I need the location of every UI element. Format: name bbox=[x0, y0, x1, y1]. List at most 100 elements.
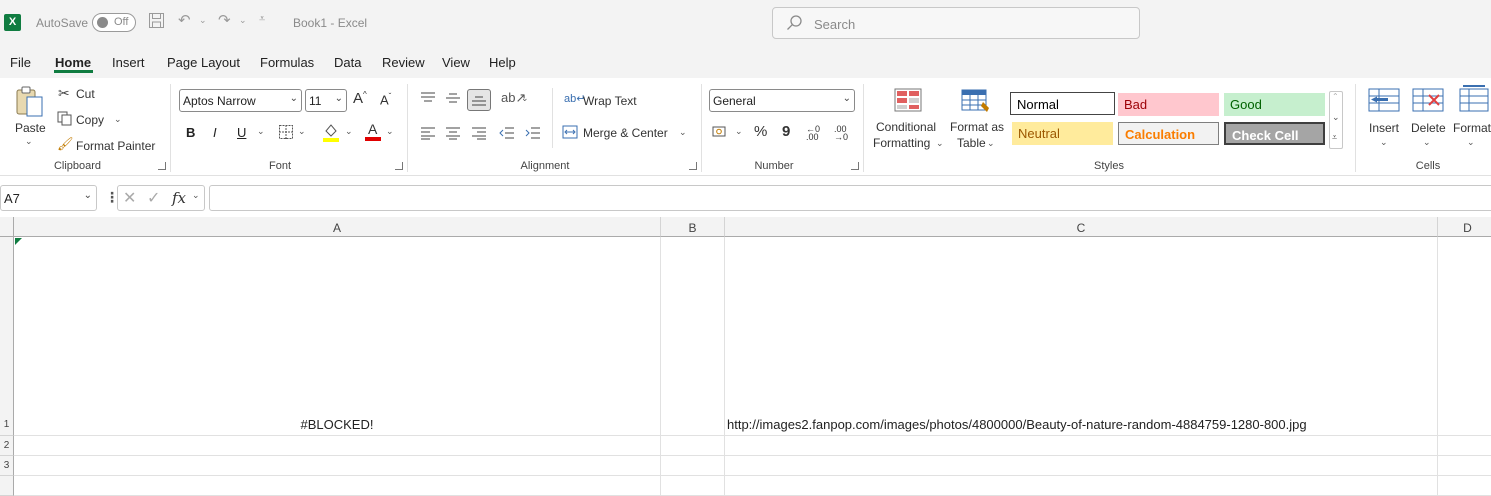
undo-dropdown-icon[interactable]: ⌄ bbox=[199, 15, 207, 26]
decrease-font-icon[interactable]: Aˇ bbox=[380, 92, 391, 107]
percent-style-button[interactable]: % bbox=[754, 123, 767, 140]
cut-button[interactable]: Cut bbox=[76, 87, 95, 101]
style-check-cell[interactable]: Check Cell bbox=[1224, 122, 1325, 145]
increase-decimal-icon[interactable]: ←0.00 bbox=[806, 125, 820, 142]
tab-help[interactable]: Help bbox=[489, 55, 516, 70]
formula-input[interactable] bbox=[209, 185, 1491, 211]
accounting-format-icon[interactable] bbox=[712, 125, 732, 142]
chevron-down-icon[interactable]: ⌄ bbox=[1380, 137, 1388, 148]
gallery-expand-icon[interactable]: ⩡ bbox=[1332, 132, 1337, 143]
autosave-toggle[interactable]: Off bbox=[92, 13, 136, 32]
cell-a2[interactable] bbox=[14, 436, 661, 456]
merge-center-button[interactable]: Merge & Center bbox=[583, 126, 668, 140]
align-right-icon[interactable] bbox=[471, 126, 487, 143]
column-header-c[interactable]: C bbox=[725, 217, 1438, 237]
tab-page-layout[interactable]: Page Layout bbox=[167, 55, 240, 70]
number-format-combo[interactable]: General ⌄ bbox=[709, 89, 855, 112]
enter-icon[interactable]: ✓ bbox=[147, 188, 160, 208]
bold-button[interactable]: B bbox=[186, 125, 195, 140]
increase-indent-icon[interactable] bbox=[525, 126, 541, 143]
chevron-down-icon[interactable]: ⌄ bbox=[192, 190, 200, 201]
chevron-down-icon[interactable]: ⌄ bbox=[1423, 137, 1431, 148]
cell-c4[interactable] bbox=[725, 476, 1438, 496]
select-all-corner[interactable] bbox=[0, 217, 14, 237]
style-good[interactable]: Good bbox=[1224, 93, 1325, 116]
scroll-down-icon[interactable]: ⌄ bbox=[1332, 112, 1340, 123]
font-dialog-launcher-icon[interactable] bbox=[395, 162, 403, 170]
orientation-dropdown-icon[interactable]: ⌄ bbox=[521, 93, 529, 104]
decrease-indent-icon[interactable] bbox=[499, 126, 515, 143]
cell-c2[interactable] bbox=[725, 436, 1438, 456]
chevron-down-icon[interactable]: ⌄ bbox=[987, 138, 995, 149]
cell-a4[interactable] bbox=[14, 476, 661, 496]
conditional-formatting-button[interactable]: Conditional bbox=[876, 120, 936, 134]
column-header-a[interactable]: A bbox=[14, 217, 661, 237]
format-painter-button[interactable]: Format Painter bbox=[76, 139, 155, 153]
accounting-dropdown-icon[interactable]: ⌄ bbox=[735, 126, 743, 137]
format-cells-button[interactable]: Format bbox=[1453, 121, 1491, 135]
comma-style-button[interactable]: 9 bbox=[782, 123, 790, 140]
cell-b3[interactable] bbox=[661, 456, 725, 476]
number-dialog-launcher-icon[interactable] bbox=[851, 162, 859, 170]
insert-function-icon[interactable]: fx bbox=[172, 189, 186, 207]
customize-toolbar-icon[interactable]: ⩡ bbox=[259, 13, 265, 26]
chevron-down-icon[interactable]: ⌄ bbox=[936, 138, 944, 149]
scroll-up-icon[interactable]: ⌃ bbox=[1332, 92, 1339, 101]
search-box[interactable]: Search bbox=[772, 7, 1140, 39]
align-left-icon[interactable] bbox=[420, 126, 436, 143]
row-header-1[interactable]: 1 bbox=[0, 237, 14, 436]
underline-dropdown-icon[interactable]: ⌄ bbox=[257, 126, 265, 137]
column-header-d[interactable]: D bbox=[1438, 217, 1491, 237]
paste-dropdown-icon[interactable]: ⌄ bbox=[25, 136, 33, 147]
chevron-down-icon[interactable]: ⌄ bbox=[84, 190, 92, 201]
row-header-2[interactable]: 2 bbox=[0, 436, 14, 456]
align-top-icon[interactable] bbox=[420, 91, 436, 108]
cell-d3[interactable] bbox=[1438, 456, 1491, 476]
borders-dropdown-icon[interactable]: ⌄ bbox=[298, 126, 306, 137]
font-color-icon[interactable]: A bbox=[364, 121, 382, 144]
cell-a1[interactable]: #BLOCKED! bbox=[14, 237, 661, 436]
tab-file[interactable]: File bbox=[10, 55, 31, 70]
tab-home[interactable]: Home bbox=[55, 55, 91, 70]
style-calculation[interactable]: Calculation bbox=[1118, 122, 1219, 145]
cell-c1[interactable]: http://images2.fanpop.com/images/photos/… bbox=[725, 237, 1438, 436]
redo-icon[interactable]: ↷ bbox=[218, 11, 231, 29]
tab-formulas[interactable]: Formulas bbox=[260, 55, 314, 70]
insert-cells-button[interactable]: Insert bbox=[1369, 121, 1399, 135]
row-header-4[interactable] bbox=[0, 476, 14, 496]
align-center-icon[interactable] bbox=[445, 126, 461, 143]
column-header-b[interactable]: B bbox=[661, 217, 725, 237]
style-neutral[interactable]: Neutral bbox=[1012, 122, 1113, 145]
cell-c3[interactable] bbox=[725, 456, 1438, 476]
tab-data[interactable]: Data bbox=[334, 55, 361, 70]
font-size-combo[interactable]: 11 ⌄ bbox=[305, 89, 347, 112]
merge-dropdown-icon[interactable]: ⌄ bbox=[679, 127, 687, 138]
copy-dropdown-icon[interactable]: ⌄ bbox=[114, 114, 122, 125]
increase-font-icon[interactable]: A^ bbox=[353, 90, 367, 107]
wrap-text-button[interactable]: Wrap Text bbox=[583, 94, 637, 108]
cell-b2[interactable] bbox=[661, 436, 725, 456]
cell-d4[interactable] bbox=[1438, 476, 1491, 496]
italic-button[interactable]: I bbox=[213, 125, 217, 140]
tab-insert[interactable]: Insert bbox=[112, 55, 145, 70]
row-header-3[interactable]: 3 bbox=[0, 456, 14, 476]
save-icon[interactable] bbox=[148, 12, 165, 33]
clipboard-dialog-launcher-icon[interactable] bbox=[158, 162, 166, 170]
align-bottom-icon[interactable] bbox=[467, 89, 491, 111]
cell-b4[interactable] bbox=[661, 476, 725, 496]
cell-d1[interactable] bbox=[1438, 237, 1491, 436]
format-as-table-button[interactable]: Format as bbox=[950, 120, 1004, 134]
font-color-dropdown-icon[interactable]: ⌄ bbox=[386, 126, 394, 137]
style-normal[interactable]: Normal bbox=[1010, 92, 1115, 115]
cell-a3[interactable] bbox=[14, 456, 661, 476]
style-bad[interactable]: Bad bbox=[1118, 93, 1219, 116]
fill-color-dropdown-icon[interactable]: ⌄ bbox=[345, 126, 353, 137]
alignment-dialog-launcher-icon[interactable] bbox=[689, 162, 697, 170]
undo-icon[interactable]: ↶ bbox=[178, 11, 191, 29]
tab-view[interactable]: View bbox=[442, 55, 470, 70]
underline-button[interactable]: U bbox=[237, 125, 246, 140]
name-box[interactable]: A7 ⌄ bbox=[0, 185, 97, 211]
chevron-down-icon[interactable]: ⌄ bbox=[1467, 137, 1475, 148]
copy-button[interactable]: Copy bbox=[76, 113, 104, 127]
font-name-combo[interactable]: Aptos Narrow ⌄ bbox=[179, 89, 302, 112]
